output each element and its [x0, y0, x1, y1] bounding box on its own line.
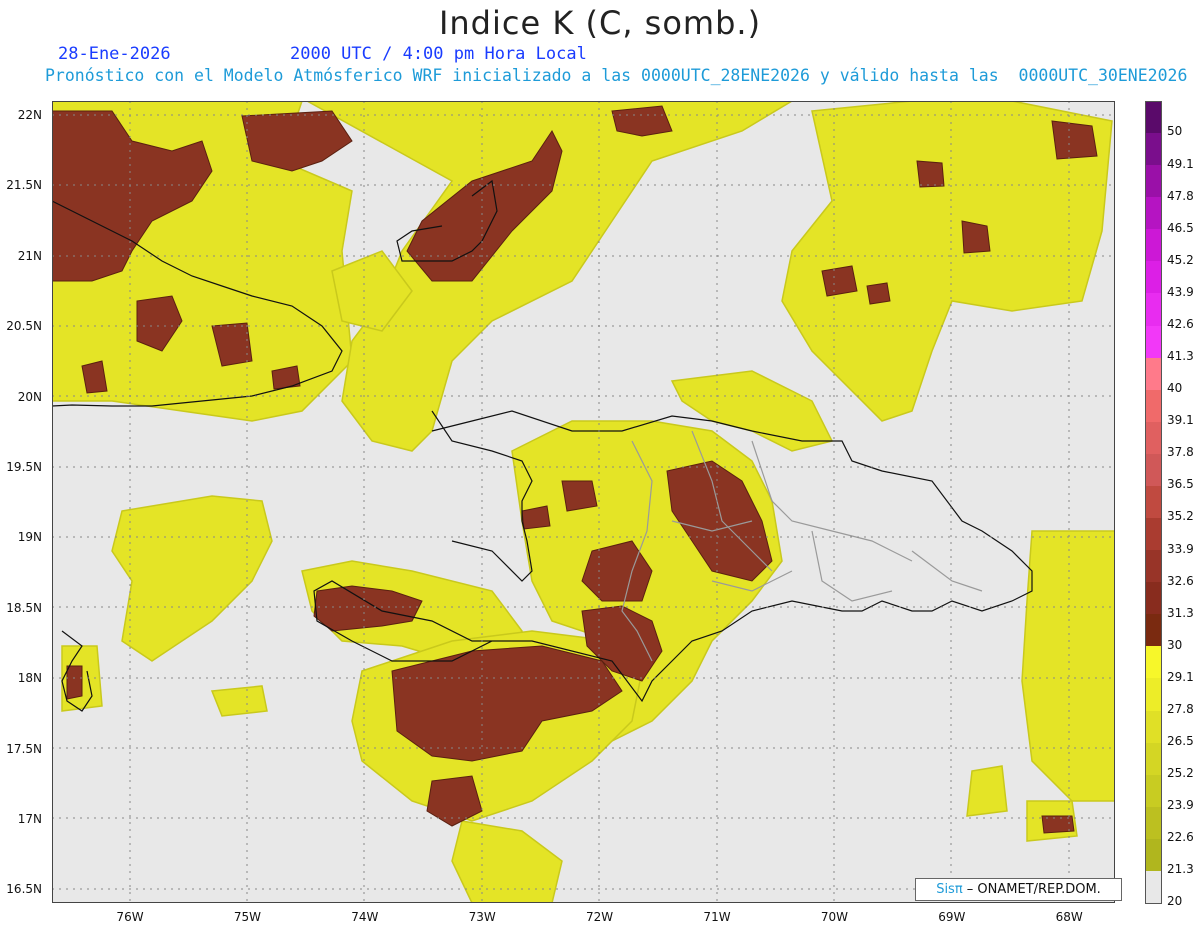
colorbar-label: 30 [1167, 637, 1183, 652]
latitude-label: 19.5N [6, 460, 42, 474]
colorbar-label: 46.5 [1167, 220, 1194, 235]
colorbar-label: 25.2 [1167, 766, 1194, 781]
forecast-date: 28-Ene-2026 [58, 44, 171, 64]
colorbar-label: 37.8 [1167, 445, 1194, 460]
longitude-label: 74W [351, 910, 379, 924]
colorbar-label: 36.5 [1167, 477, 1194, 492]
colorbar-label: 41.3 [1167, 349, 1194, 364]
credit-box: Sisπ – ONAMET/REP.DOM. [915, 878, 1122, 901]
colorbar [1145, 101, 1162, 904]
colorbar-label: 22.6 [1167, 830, 1194, 845]
longitude-label: 73W [468, 910, 496, 924]
longitude-label: 68W [1055, 910, 1083, 924]
latitude-label: 20N [17, 389, 42, 404]
colorbar-label: 29.1 [1167, 669, 1194, 684]
longitude-label: 70W [820, 910, 848, 924]
colorbar-label: 43.9 [1167, 284, 1194, 299]
latitude-label: 19N [17, 530, 42, 545]
longitude-label: 69W [938, 910, 966, 924]
forecast-time: 2000 UTC / 4:00 pm Hora Local [290, 44, 587, 64]
colorbar-label: 49.1 [1167, 156, 1194, 171]
map-title: Indice K (C, somb.) [438, 4, 762, 42]
k-index-map [52, 101, 1115, 903]
latitude-label: 22N [17, 108, 42, 122]
colorbar-label: 23.9 [1167, 798, 1194, 813]
colorbar-label: 33.9 [1167, 541, 1194, 556]
latitude-label: 16.5N [6, 882, 42, 897]
colorbar-label: 26.5 [1167, 733, 1194, 748]
model-description: Pronóstico con el Modelo Atmósferico WRF… [45, 66, 1188, 85]
colorbar-label: 32.6 [1167, 573, 1194, 588]
sispi-logo-text: Sisπ [936, 882, 963, 897]
colorbar-label: 50 [1167, 124, 1183, 139]
colorbar-label: 20 [1167, 894, 1183, 909]
colorbar-label: 47.8 [1167, 188, 1194, 203]
latitude-label: 18.5N [6, 600, 42, 615]
longitude-label: 75W [233, 910, 261, 924]
colorbar-label: 21.3 [1167, 862, 1194, 877]
latitude-label: 21N [17, 248, 42, 263]
colorbar-label: 42.6 [1167, 316, 1194, 331]
credit-org: – ONAMET/REP.DOM. [962, 882, 1101, 897]
latitude-label: 18N [17, 671, 42, 686]
longitude-label: 76W [116, 910, 144, 924]
latitude-label: 21.5N [6, 178, 42, 193]
latitude-label: 17N [17, 812, 42, 826]
longitude-label: 71W [703, 910, 731, 924]
colorbar-label: 39.1 [1167, 413, 1194, 428]
colorbar-label: 45.2 [1167, 252, 1194, 267]
colorbar-label: 27.8 [1167, 701, 1194, 716]
colorbar-label: 40 [1167, 381, 1183, 396]
colorbar-label: 35.2 [1167, 509, 1194, 524]
colorbar-frame [1145, 101, 1162, 904]
colorbar-label: 31.3 [1167, 605, 1194, 620]
longitude-label: 72W [586, 910, 614, 924]
latitude-label: 17.5N [6, 741, 42, 756]
latitude-label: 20.5N [6, 319, 42, 334]
